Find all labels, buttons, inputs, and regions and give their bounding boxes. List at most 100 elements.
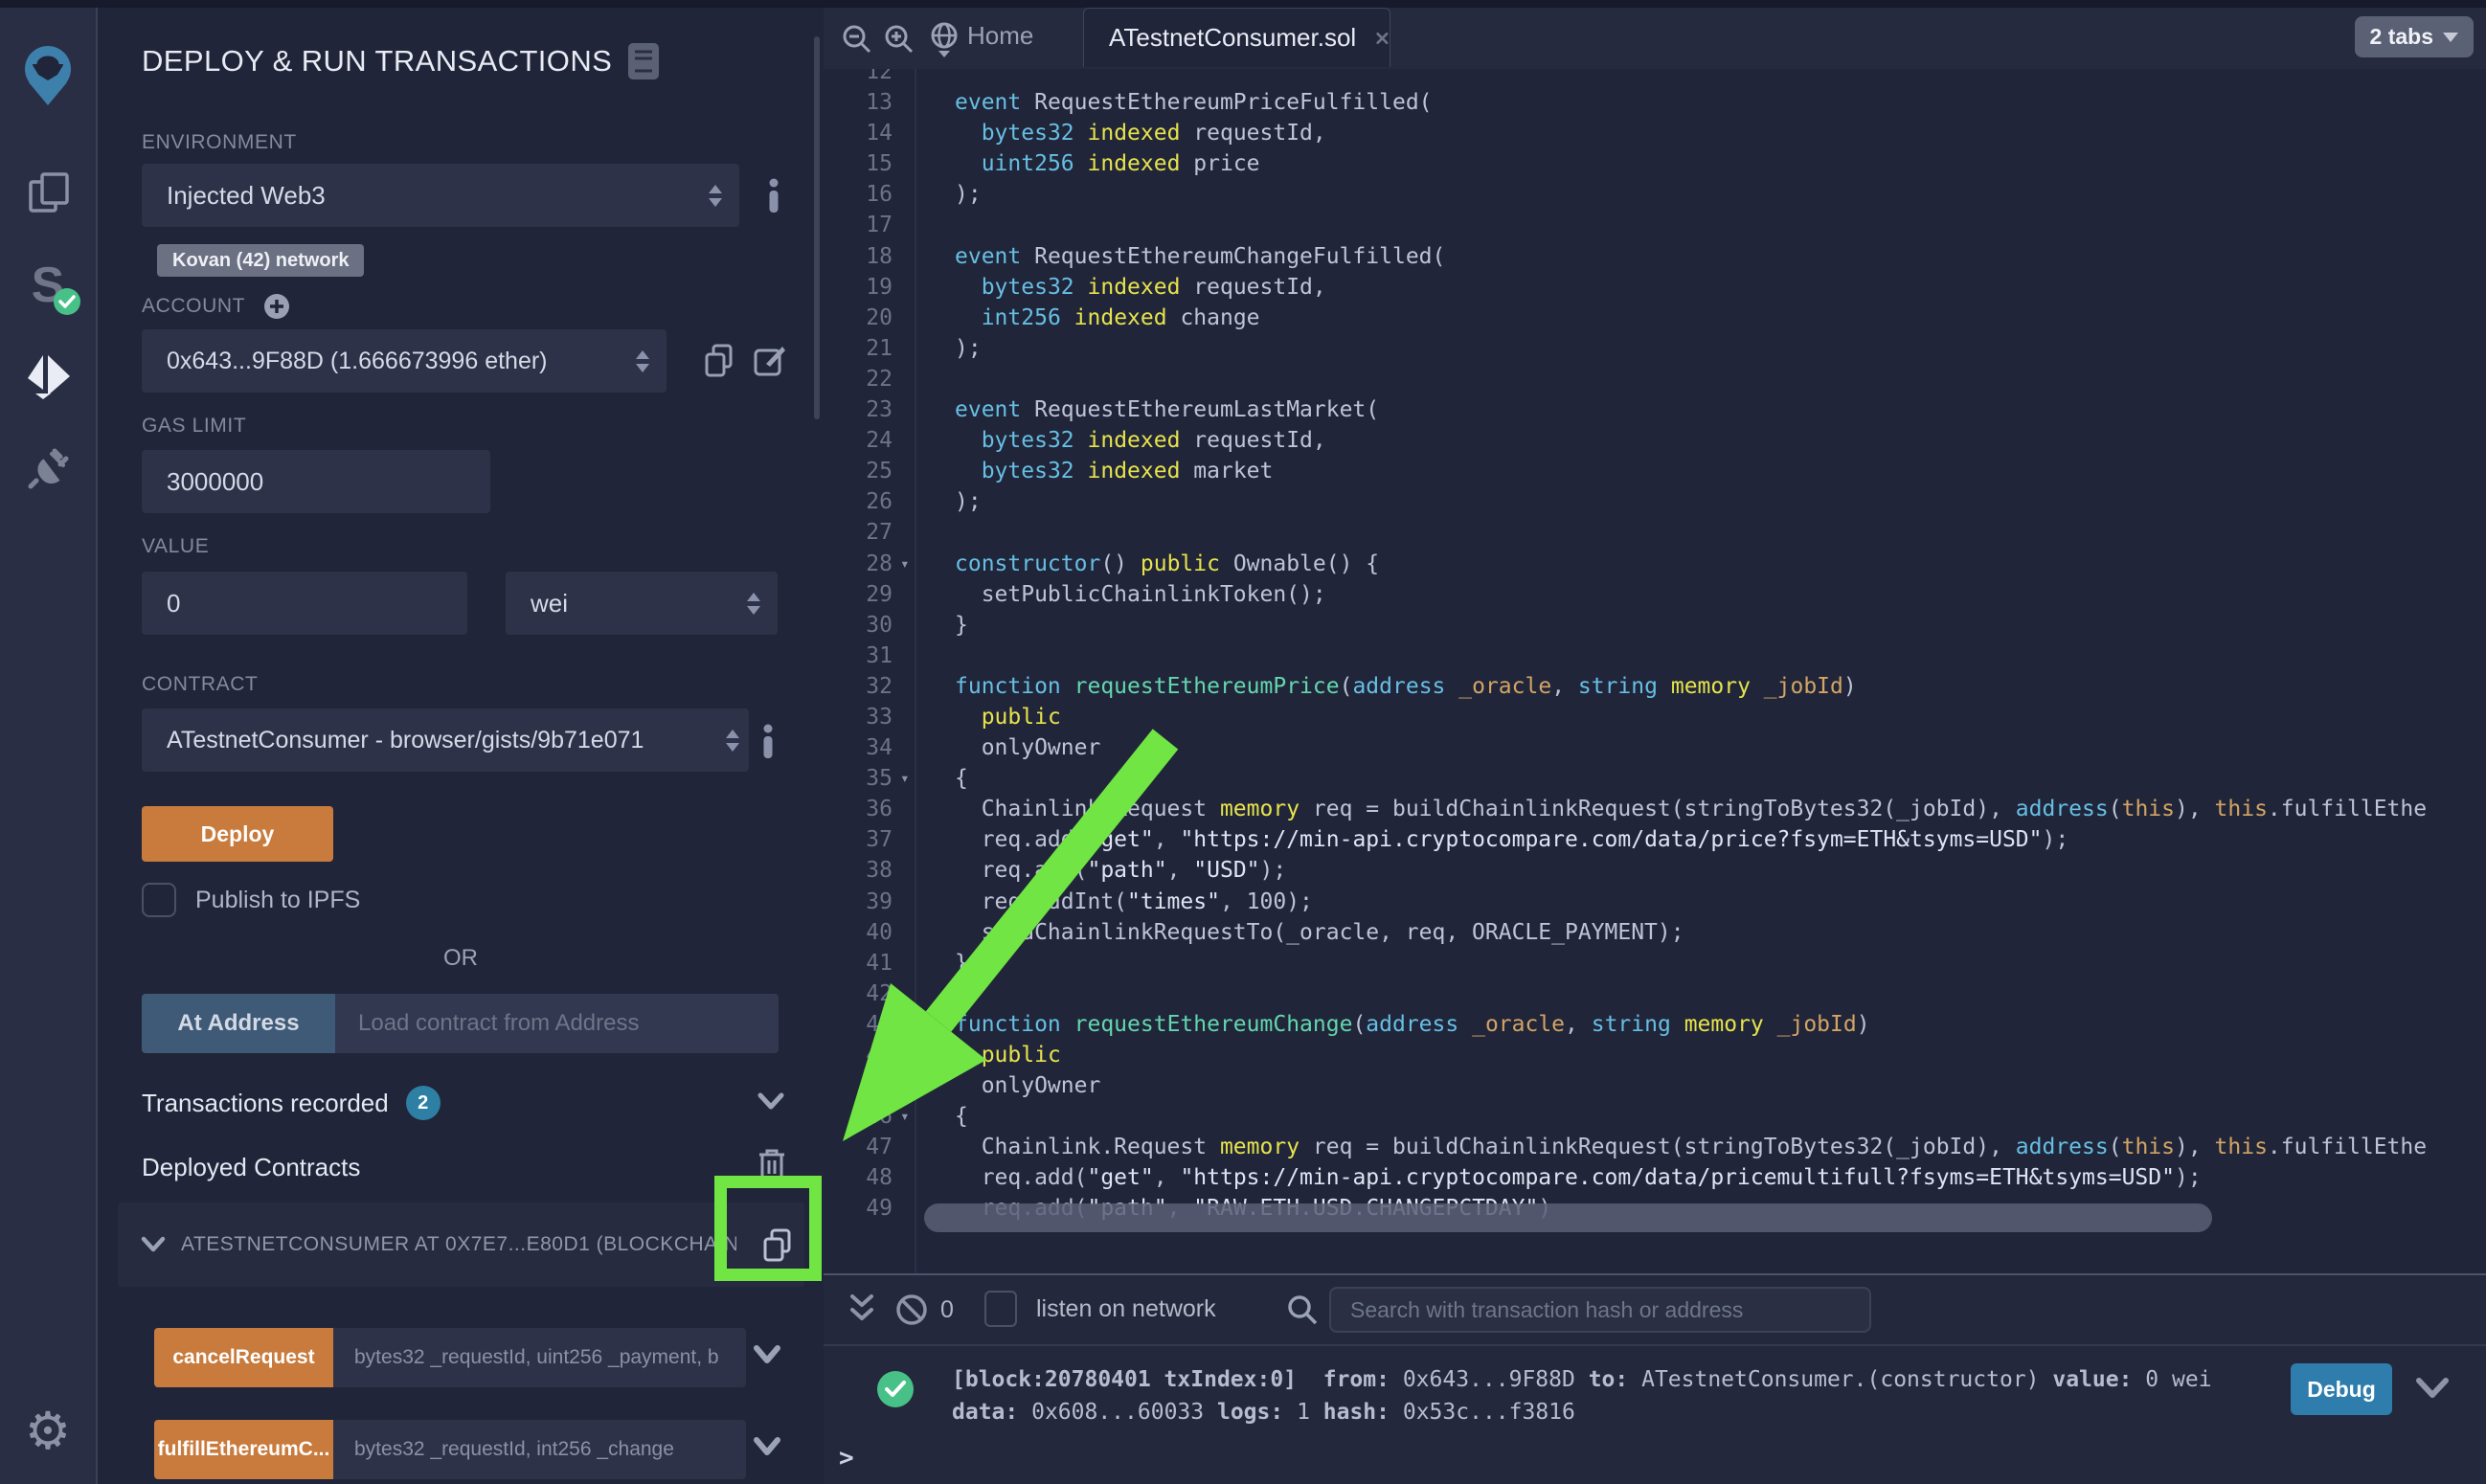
chevron-down-icon bbox=[2443, 33, 2458, 42]
code-line: 39 req.addInt("times", 100); bbox=[824, 887, 2486, 917]
line-number: 33 bbox=[824, 702, 893, 732]
zoom-in-icon[interactable] bbox=[883, 23, 915, 56]
contract-expand-chevron-icon[interactable] bbox=[141, 1235, 166, 1254]
line-number: 20 bbox=[824, 303, 893, 333]
terminal-divider bbox=[824, 1344, 2486, 1346]
line-number: 39 bbox=[824, 887, 893, 917]
code-line: 47 Chainlink.Request memory req = buildC… bbox=[824, 1132, 2486, 1162]
deployed-contract-header[interactable]: ATESTNETCONSUMER AT 0X7E7...E80D1 (BLOCK… bbox=[118, 1203, 804, 1287]
account-select[interactable]: 0x643...9F88D (1.666673996 ether) bbox=[142, 329, 667, 393]
code-line: 12 bbox=[824, 69, 2486, 87]
environment-info-icon[interactable] bbox=[766, 178, 781, 213]
publish-ipfs-checkbox[interactable] bbox=[142, 883, 176, 917]
at-address-button[interactable]: At Address bbox=[142, 994, 335, 1053]
expand-function-chevron-icon[interactable] bbox=[753, 1436, 781, 1459]
tab-filename: ATestnetConsumer.sol bbox=[1109, 23, 1356, 53]
edit-account-icon[interactable] bbox=[753, 343, 787, 377]
code-line: 46▾{ bbox=[824, 1101, 2486, 1132]
line-number: 26 bbox=[824, 486, 893, 517]
log-line-1[interactable]: [block:20780401 txIndex:0] from: 0x643..… bbox=[952, 1367, 2212, 1392]
remix-logo-icon[interactable] bbox=[0, 38, 96, 115]
file-explorer-icon[interactable] bbox=[0, 161, 96, 226]
transactions-chevron-down-icon[interactable] bbox=[757, 1091, 785, 1113]
value-input[interactable]: 0 bbox=[142, 572, 467, 635]
at-address-input[interactable]: Load contract from Address bbox=[335, 994, 779, 1053]
transactions-recorded-row[interactable]: Transactions recorded 2 bbox=[142, 1086, 441, 1120]
code-line: 27 bbox=[824, 517, 2486, 548]
zoom-out-icon[interactable] bbox=[841, 23, 873, 56]
gas-limit-input[interactable]: 3000000 bbox=[142, 450, 490, 513]
line-number: 44 bbox=[824, 1040, 893, 1070]
line-number: 40 bbox=[824, 917, 893, 948]
code-line: 29 setPublicChainlinkToken(); bbox=[824, 579, 2486, 610]
contract-info-icon[interactable] bbox=[760, 724, 776, 758]
terminal-search-input[interactable] bbox=[1329, 1287, 1871, 1333]
stepper-arrows-icon[interactable] bbox=[636, 350, 649, 372]
code-editor[interactable]: 1213event RequestEthereumPriceFulfilled(… bbox=[824, 69, 2486, 1273]
cancel-request-params-input[interactable]: bytes32 _requestId, uint256 _payment, b bbox=[333, 1328, 746, 1387]
search-icon bbox=[1285, 1293, 1320, 1327]
code-line: 15 uint256 indexed price bbox=[824, 148, 2486, 179]
panel-scrollbar[interactable] bbox=[814, 36, 820, 419]
horizontal-scrollbar[interactable] bbox=[924, 1203, 2212, 1232]
expand-function-chevron-icon[interactable] bbox=[753, 1344, 781, 1367]
line-number: 23 bbox=[824, 394, 893, 425]
line-number: 27 bbox=[824, 517, 893, 548]
fold-chevron-icon[interactable]: ▾ bbox=[900, 1101, 910, 1132]
fulfill-ethereum-button[interactable]: fulfillEthereumC... bbox=[154, 1420, 333, 1479]
log-line-2[interactable]: data: 0x608...60033 logs: 1 hash: 0x53c.… bbox=[952, 1400, 1575, 1425]
collapse-terminal-double-chevron-icon[interactable] bbox=[847, 1293, 877, 1327]
code-line: 22 bbox=[824, 364, 2486, 394]
code-line: 30} bbox=[824, 610, 2486, 641]
terminal-prompt[interactable]: > bbox=[839, 1444, 854, 1473]
environment-value: Injected Web3 bbox=[142, 181, 326, 211]
fold-chevron-icon[interactable]: ▾ bbox=[900, 549, 910, 579]
clear-console-ban-icon[interactable] bbox=[894, 1293, 929, 1327]
publish-ipfs-label: Publish to IPFS bbox=[195, 887, 360, 914]
stepper-arrows-icon[interactable] bbox=[726, 730, 739, 752]
tab-home[interactable]: Home bbox=[967, 21, 1033, 51]
deploy-run-icon[interactable] bbox=[0, 345, 96, 410]
account-label: ACCOUNT bbox=[142, 295, 245, 318]
stepper-arrows-icon[interactable] bbox=[747, 593, 760, 615]
fold-chevron-icon[interactable]: ▾ bbox=[900, 763, 910, 794]
fulfill-ethereum-params-input[interactable]: bytes32 _requestId, int256 _change bbox=[333, 1420, 746, 1479]
value-unit-select[interactable]: wei bbox=[506, 572, 778, 635]
code-line: 35▾{ bbox=[824, 763, 2486, 794]
environment-select[interactable]: Injected Web3 bbox=[142, 164, 739, 227]
plugin-manager-icon[interactable] bbox=[0, 437, 96, 502]
compile-success-badge-icon bbox=[53, 287, 81, 316]
line-number: 25 bbox=[824, 456, 893, 486]
code-line: 31 bbox=[824, 641, 2486, 671]
gas-limit-value: 3000000 bbox=[142, 467, 263, 497]
contract-value: ATestnetConsumer - browser/gists/9b71e07… bbox=[142, 727, 644, 754]
add-account-icon[interactable] bbox=[262, 292, 291, 321]
settings-gear-icon[interactable]: ⚙ bbox=[0, 1398, 96, 1465]
home-globe-icon[interactable] bbox=[927, 21, 961, 59]
code-lines: 1213event RequestEthereumPriceFulfilled(… bbox=[824, 69, 2486, 1225]
expand-log-chevron-icon[interactable] bbox=[2415, 1377, 2450, 1402]
docs-book-icon[interactable] bbox=[627, 42, 660, 80]
line-number: 13 bbox=[824, 87, 893, 118]
solidity-compiler-icon[interactable]: S bbox=[0, 251, 96, 320]
line-number: 14 bbox=[824, 118, 893, 148]
contract-label: CONTRACT bbox=[142, 673, 258, 696]
cancel-request-button[interactable]: cancelRequest bbox=[154, 1328, 333, 1387]
close-tab-icon[interactable] bbox=[1375, 28, 1390, 49]
code-line: 23event RequestEthereumLastMarket( bbox=[824, 394, 2486, 425]
copy-account-icon[interactable] bbox=[703, 343, 735, 379]
code-line: 41} bbox=[824, 948, 2486, 978]
tab-active-file[interactable]: ATestnetConsumer.sol bbox=[1083, 8, 1390, 67]
line-number: 32 bbox=[824, 671, 893, 702]
tabs-count-dropdown[interactable]: 2 tabs bbox=[2355, 16, 2474, 57]
line-number: 29 bbox=[824, 579, 893, 610]
stepper-arrows-icon[interactable] bbox=[709, 185, 722, 207]
line-number: 16 bbox=[824, 179, 893, 210]
deploy-button[interactable]: Deploy bbox=[142, 806, 333, 862]
line-number: 24 bbox=[824, 425, 893, 456]
debug-button[interactable]: Debug bbox=[2291, 1363, 2392, 1415]
listen-network-checkbox[interactable] bbox=[984, 1291, 1017, 1327]
code-line: 40 sendChainlinkRequestTo(_oracle, req, … bbox=[824, 917, 2486, 948]
contract-select[interactable]: ATestnetConsumer - browser/gists/9b71e07… bbox=[142, 708, 749, 772]
code-line: 25 bytes32 indexed market bbox=[824, 456, 2486, 486]
